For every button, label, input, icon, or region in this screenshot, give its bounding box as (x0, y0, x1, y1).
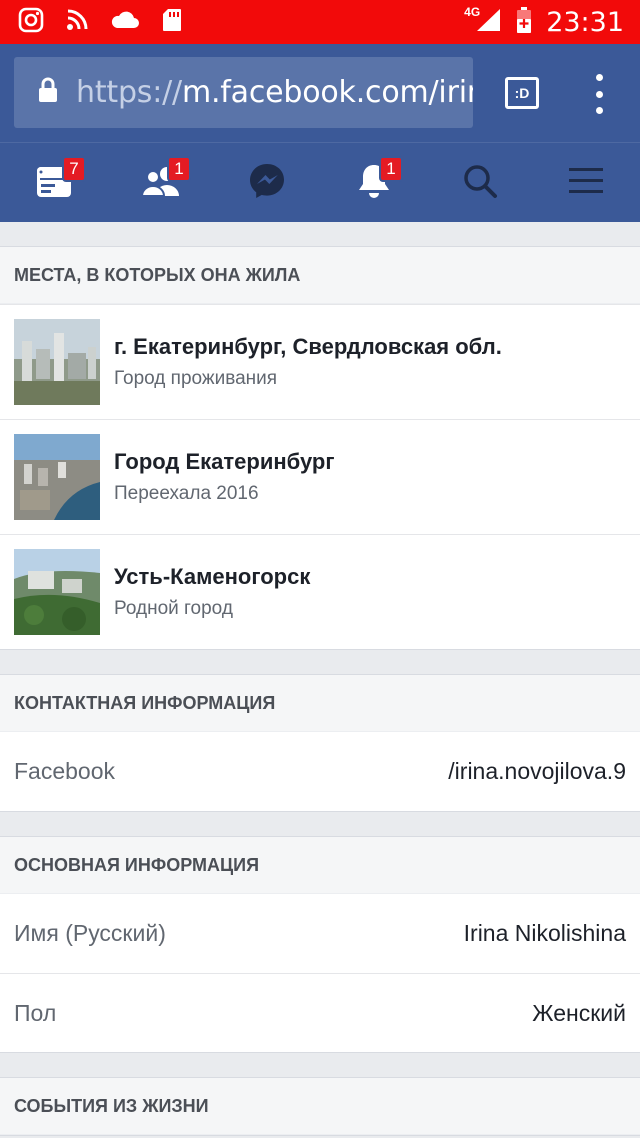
instagram-icon (18, 7, 44, 38)
row-value: /irina.novojilova.9 (448, 758, 626, 784)
url-scheme: https:// (76, 75, 182, 110)
network-type: 4G (464, 5, 481, 19)
place-subtitle: Переехала 2016 (114, 483, 259, 504)
row-value: Irina Nikolishina (463, 920, 626, 946)
browser-toolbar: https://m.facebook.com/irina. :D (0, 44, 640, 142)
hamburger-menu-icon (568, 166, 604, 201)
contact-row-facebook[interactable]: Facebook /irina.novojilova.9 (0, 732, 640, 811)
menu-dot (595, 90, 603, 98)
place-title: Усть-Каменогорск (114, 564, 311, 589)
cloud-icon (110, 10, 140, 35)
basic-info-section: ОСНОВНАЯ ИНФОРМАЦИЯ Имя (Русский) Irina … (0, 836, 640, 1053)
url-text: https://m.facebook.com/irina. (76, 75, 473, 110)
row-label: Facebook (14, 758, 116, 784)
notifications-badge: 1 (379, 156, 403, 182)
nav-search[interactable] (440, 143, 520, 223)
menu-dot (595, 74, 603, 81)
lock-icon (38, 77, 58, 108)
place-subtitle: Родной город (114, 598, 233, 619)
url-host: m.facebook.com/irina. (181, 75, 473, 110)
section-header: КОНТАКТНАЯ ИНФОРМАЦИЯ (0, 675, 640, 732)
place-thumbnail (14, 434, 100, 520)
section-header: МЕСТА, В КОТОРЫХ ОНА ЖИЛА (0, 247, 640, 304)
battery-charging-icon (516, 6, 532, 39)
place-thumbnail (14, 319, 100, 405)
place-title: Город Екатеринбург (114, 449, 335, 474)
life-events-section: СОБЫТИЯ ИЗ ЖИЗНИ (0, 1077, 640, 1136)
profile-about-content: МЕСТА, В КОТОРЫХ ОНА ЖИЛА г. Екатеринбур… (0, 222, 640, 1138)
friend-requests-badge: 1 (167, 156, 191, 182)
facebook-nav-bar: 7 1 1 (0, 142, 640, 222)
news-feed-badge: 7 (62, 156, 86, 182)
url-bar[interactable]: https://m.facebook.com/irina. (14, 57, 473, 128)
nav-news-feed[interactable]: 7 (14, 143, 94, 223)
rss-icon (66, 9, 88, 36)
place-item[interactable]: Усть-Каменогорск Родной город (0, 534, 640, 649)
row-label: Имя (Русский) (14, 920, 166, 946)
nav-friend-requests[interactable]: 1 (121, 143, 201, 223)
nav-menu[interactable] (546, 143, 626, 223)
contact-info-section: КОНТАКТНАЯ ИНФОРМАЦИЯ Facebook /irina.no… (0, 674, 640, 812)
place-item[interactable]: Город Екатеринбург Переехала 2016 (0, 419, 640, 534)
row-label: Пол (14, 999, 57, 1026)
basic-row-gender: Пол Женский (0, 973, 640, 1052)
status-bar: 4G 23:31 (0, 0, 640, 44)
place-subtitle: Город проживания (114, 368, 278, 389)
row-value: Женский (532, 999, 626, 1026)
section-header: СОБЫТИЯ ИЗ ЖИЗНИ (0, 1078, 640, 1135)
messenger-icon (249, 163, 285, 204)
places-lived-section: МЕСТА, В КОТОРЫХ ОНА ЖИЛА г. Екатеринбур… (0, 246, 640, 650)
nav-notifications[interactable]: 1 (334, 143, 414, 223)
search-icon (462, 163, 498, 204)
place-item[interactable]: г. Екатеринбург, Свердловская обл. Город… (0, 304, 640, 419)
nav-messenger[interactable] (227, 143, 307, 223)
tabs-button[interactable]: :D (505, 77, 539, 109)
place-thumbnail (14, 549, 100, 635)
clock: 23:31 (546, 6, 624, 38)
sd-card-icon (162, 8, 182, 37)
basic-row-name: Имя (Русский) Irina Nikolishina (0, 894, 640, 973)
section-header: ОСНОВНАЯ ИНФОРМАЦИЯ (0, 837, 640, 894)
menu-dot (595, 107, 603, 114)
place-title: г. Екатеринбург, Свердловская обл. (114, 334, 502, 359)
browser-menu-button[interactable] (590, 74, 608, 114)
